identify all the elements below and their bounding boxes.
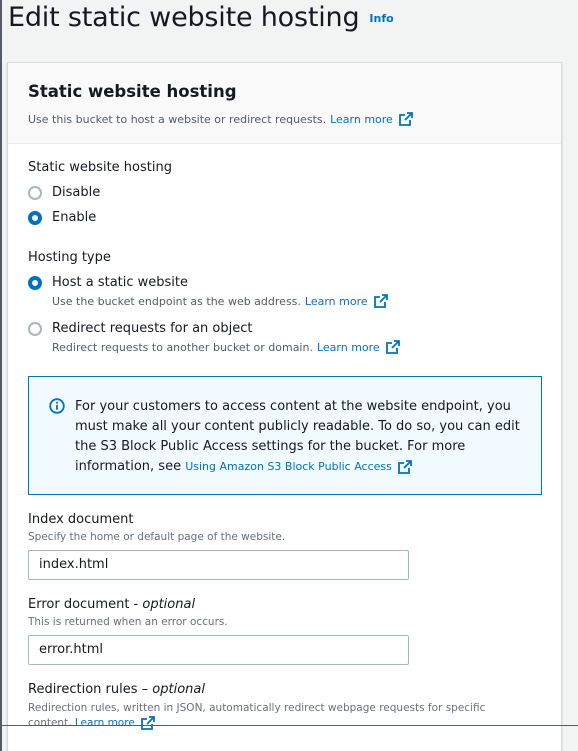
panel-header: Static website hosting Use this bucket t… bbox=[8, 63, 561, 144]
host-static-description: Use the bucket endpoint as the web addre… bbox=[52, 294, 388, 308]
public-access-info-alert: For your customers to access content at … bbox=[28, 376, 542, 495]
external-link-icon[interactable] bbox=[385, 340, 400, 354]
error-document-label: Error document - optional bbox=[28, 597, 195, 612]
error-document-input[interactable]: error.html bbox=[28, 635, 409, 665]
panel-learn-more-link[interactable]: Learn more bbox=[330, 113, 393, 126]
radio-disable-label[interactable]: Disable bbox=[52, 185, 100, 200]
radio-enable-control[interactable] bbox=[28, 210, 42, 225]
static-website-hosting-panel: Static website hosting Use this bucket t… bbox=[7, 62, 562, 751]
window-left-edge bbox=[0, 0, 2, 751]
window-bottom-divider bbox=[0, 725, 578, 726]
radio-enable[interactable]: Enable bbox=[28, 210, 96, 225]
radio-host-static-label[interactable]: Host a static website bbox=[52, 275, 188, 290]
panel-title: Static website hosting bbox=[28, 82, 237, 101]
error-document-label-text: Error document - bbox=[28, 597, 143, 612]
error-document-description: This is returned when an error occurs. bbox=[28, 616, 228, 628]
index-document-input[interactable]: index.html bbox=[28, 550, 409, 580]
host-static-description-text: Use the bucket endpoint as the web addre… bbox=[52, 294, 301, 308]
hosting-label: Static website hosting bbox=[28, 160, 172, 175]
radio-redirect-label[interactable]: Redirect requests for an object bbox=[52, 321, 252, 336]
redirect-learn-more-link[interactable]: Learn more bbox=[317, 341, 380, 354]
index-document-description: Specify the home or default page of the … bbox=[28, 531, 286, 543]
radio-redirect-control[interactable] bbox=[28, 321, 42, 336]
redirection-rules-label: Redirection rules – optional bbox=[28, 682, 205, 697]
external-link-icon[interactable] bbox=[140, 716, 155, 730]
external-link-icon[interactable] bbox=[398, 112, 413, 126]
hosting-type-label: Hosting type bbox=[28, 250, 111, 265]
radio-disable[interactable]: Disable bbox=[28, 185, 100, 200]
block-public-access-link[interactable]: Using Amazon S3 Block Public Access bbox=[185, 460, 392, 473]
error-document-optional: optional bbox=[142, 597, 196, 612]
page-header: Edit static website hosting Info bbox=[8, 0, 394, 36]
radio-host-static-website[interactable]: Host a static website bbox=[28, 275, 188, 290]
external-link-icon[interactable] bbox=[373, 294, 388, 308]
radio-host-static-control[interactable] bbox=[28, 275, 42, 290]
host-static-learn-more-link[interactable]: Learn more bbox=[305, 295, 368, 308]
redirection-rules-optional: optional bbox=[152, 682, 205, 697]
external-link-icon[interactable] bbox=[397, 459, 412, 474]
info-icon bbox=[49, 398, 65, 414]
redirection-rules-label-text: Redirection rules – bbox=[28, 682, 153, 697]
radio-redirect-requests[interactable]: Redirect requests for an object bbox=[28, 321, 252, 336]
redirection-rules-learn-more-link[interactable]: Learn more bbox=[75, 717, 135, 729]
panel-description: Use this bucket to host a website or red… bbox=[28, 112, 541, 126]
info-link[interactable]: Info bbox=[369, 12, 393, 25]
page-title: Edit static website hosting bbox=[8, 2, 360, 33]
redirect-description: Redirect requests to another bucket or d… bbox=[52, 340, 400, 354]
alert-message: For your customers to access content at … bbox=[75, 397, 521, 477]
redirection-rules-description: Redirection rules, written in JSON, auto… bbox=[28, 701, 518, 731]
radio-disable-control[interactable] bbox=[28, 185, 42, 200]
redirect-description-text: Redirect requests to another bucket or d… bbox=[52, 340, 313, 354]
panel-description-text: Use this bucket to host a website or red… bbox=[28, 112, 327, 126]
index-document-label: Index document bbox=[28, 512, 134, 527]
radio-enable-label[interactable]: Enable bbox=[52, 210, 96, 225]
